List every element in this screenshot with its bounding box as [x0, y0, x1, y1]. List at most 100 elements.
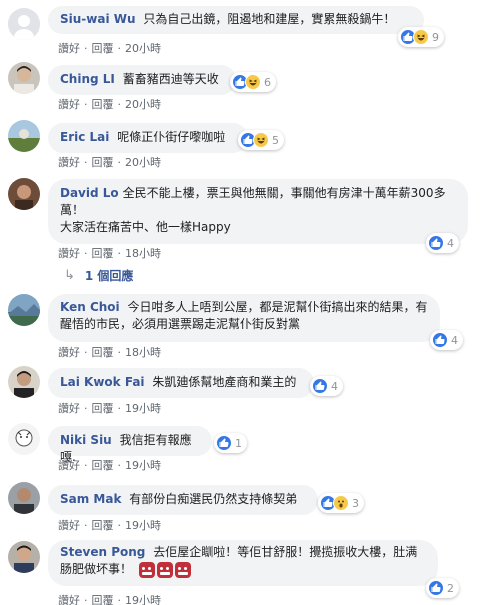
comment-author[interactable]: Eric Lai [60, 130, 109, 144]
comment-bubble: Steven Pong 去佢屋企瞓啦！等佢甘舒服！攪揽振收大樓，肚满肠肥做坏事！ [48, 540, 438, 586]
reply-link[interactable]: 回覆 [92, 156, 114, 169]
separator: · [117, 346, 122, 359]
avatar[interactable] [8, 423, 40, 455]
reply-link[interactable]: 回覆 [92, 459, 114, 472]
comment-author[interactable]: Niki Siu [60, 433, 112, 447]
comment-bubble: Eric Lai 呢條正仆街仔嚟咖啦 [48, 123, 248, 153]
reaction-summary[interactable]: 4 [426, 233, 459, 253]
timestamp[interactable]: 18小時 [125, 346, 161, 359]
timestamp[interactable]: 18小時 [125, 247, 161, 260]
reply-link[interactable]: 回覆 [92, 346, 114, 359]
reaction-count: 4 [331, 379, 338, 393]
reply-link[interactable]: 回覆 [92, 402, 114, 415]
reaction-count: 5 [272, 133, 279, 147]
comment-actions: 讚好 · 回覆 · 20小時 [58, 40, 161, 56]
separator: · [84, 402, 88, 415]
reaction-count: 3 [352, 496, 359, 510]
separator: · [117, 594, 122, 605]
reply-link[interactable]: 回覆 [92, 247, 114, 260]
reaction-summary[interactable]: 4 [430, 330, 463, 350]
avatar[interactable] [8, 62, 40, 94]
user-photo-icon [8, 423, 40, 455]
haha-reaction-icon [245, 74, 261, 90]
comment-author[interactable]: Lai Kwok Fai [60, 375, 145, 389]
reply-link[interactable]: 回覆 [92, 42, 114, 55]
emoji-group [138, 561, 191, 578]
reaction-summary[interactable]: 4 [310, 376, 343, 396]
separator: · [84, 98, 88, 111]
like-link[interactable]: 讚好 [58, 459, 80, 472]
reaction-summary[interactable]: 9 [398, 27, 444, 47]
timestamp[interactable]: 19小時 [125, 594, 161, 605]
avatar[interactable] [8, 294, 40, 326]
like-link[interactable]: 讚好 [58, 594, 80, 605]
avatar[interactable] [8, 541, 40, 573]
avatar[interactable] [8, 366, 40, 398]
separator: · [84, 42, 88, 55]
reaction-summary[interactable]: 1 [214, 433, 247, 453]
reaction-count: 4 [451, 333, 458, 347]
like-link[interactable]: 讚好 [58, 156, 80, 169]
reaction-summary[interactable]: 2 [426, 578, 459, 598]
reaction-summary[interactable]: 5 [238, 130, 284, 150]
comment-author[interactable]: Sam Mak [60, 492, 121, 506]
user-photo-icon [8, 366, 40, 398]
comment-text: 朱凱廸係幫地產商和業主的 [152, 375, 297, 389]
separator: · [84, 156, 88, 169]
comment-bubble: Sam Mak 有部份白痴選民仍然支持條契弟 [48, 485, 318, 515]
comment-actions: 讚好 · 回覆 · 19小時 [58, 400, 161, 416]
reaction-count: 1 [235, 436, 242, 450]
avatar[interactable] [8, 178, 40, 210]
comment-bubble: Ken Choi 今日咁多人上唔到公屋，都是泥幫仆街搞出來的結果，有醒悟的市民，… [48, 294, 440, 342]
comment-author[interactable]: Siu-wai Wu [60, 12, 136, 26]
separator: · [84, 346, 88, 359]
separator: · [117, 519, 122, 532]
user-photo-icon [8, 178, 40, 210]
comment-author[interactable]: Ken Choi [60, 300, 120, 314]
separator: · [84, 519, 88, 532]
separator: · [84, 459, 88, 472]
reply-link[interactable]: 回覆 [92, 594, 114, 605]
timestamp[interactable]: 19小時 [125, 459, 161, 472]
timestamp[interactable]: 20小時 [125, 98, 161, 111]
like-link[interactable]: 讚好 [58, 402, 80, 415]
like-reaction-icon [216, 435, 232, 451]
avatar[interactable] [8, 482, 40, 514]
comment-bubble: Lai Kwok Fai 朱凱廸係幫地產商和業主的 [48, 368, 314, 398]
view-replies-link[interactable]: ↳ 1 個回應 [64, 267, 133, 284]
like-link[interactable]: 讚好 [58, 519, 80, 532]
like-link[interactable]: 讚好 [58, 346, 80, 359]
comment-bubble: Niki Siu 我信拒有報應嘎. [48, 426, 212, 464]
comment-actions: 讚好 · 回覆 · 19小時 [58, 517, 161, 533]
avatar[interactable] [8, 120, 40, 152]
user-photo-icon [8, 294, 40, 326]
reply-count[interactable]: 1 個回應 [85, 267, 134, 284]
comment-author[interactable]: Steven Pong [60, 545, 145, 559]
separator: · [84, 247, 88, 260]
reaction-count: 4 [447, 236, 454, 250]
reaction-summary[interactable]: 3 [318, 493, 364, 513]
comment-author[interactable]: David Lo [60, 186, 119, 200]
comment-bubble: Ching LI 蓄畜豬西迪等天收 [48, 65, 236, 95]
like-link[interactable]: 讚好 [58, 42, 80, 55]
user-photo-icon [8, 120, 40, 152]
ogre-emoji-icon [156, 561, 173, 578]
reply-link[interactable]: 回覆 [92, 98, 114, 111]
comment-actions: 讚好 · 回覆 · 19小時 [58, 592, 161, 605]
comment-actions: 讚好 · 回覆 · 19小時 [58, 457, 161, 473]
comment-author[interactable]: Ching LI [60, 72, 115, 86]
timestamp[interactable]: 19小時 [125, 402, 161, 415]
timestamp[interactable]: 19小時 [125, 519, 161, 532]
reply-link[interactable]: 回覆 [92, 519, 114, 532]
like-link[interactable]: 讚好 [58, 247, 80, 260]
like-reaction-icon [312, 378, 328, 394]
like-reaction-icon [428, 580, 444, 596]
reaction-summary[interactable]: 6 [230, 72, 276, 92]
comment-text-line: 大家活在痛苦中、他一樣Happy [60, 220, 231, 234]
avatar[interactable] [8, 8, 40, 40]
separator: · [117, 247, 122, 260]
like-link[interactable]: 讚好 [58, 98, 80, 111]
comment-actions: 讚好 · 回覆 · 18小時 [58, 344, 161, 360]
timestamp[interactable]: 20小時 [125, 156, 161, 169]
timestamp[interactable]: 20小時 [125, 42, 161, 55]
